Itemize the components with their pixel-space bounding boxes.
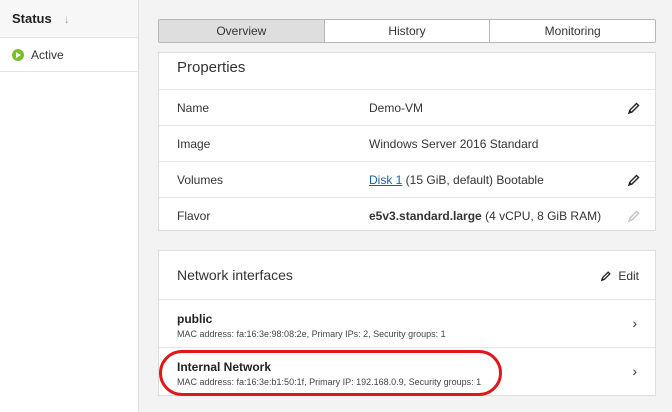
disk-link[interactable]: Disk 1 (369, 173, 402, 187)
chevron-right-icon[interactable]: › (632, 363, 637, 379)
property-key: Name (177, 100, 210, 115)
interface-name: public (177, 312, 213, 326)
tab-overview[interactable]: Overview (159, 20, 325, 42)
play-circle-icon (12, 48, 24, 61)
edit-button[interactable]: Edit (600, 269, 639, 283)
chevron-right-icon[interactable]: › (632, 315, 637, 331)
network-interfaces-card: Network interfaces Edit public MAC addre… (158, 250, 656, 396)
property-key: Image (177, 136, 211, 151)
property-key: Flavor (177, 208, 211, 223)
tab-history[interactable]: History (324, 20, 491, 42)
interface-name: Internal Network (177, 360, 272, 374)
property-row-volumes: Volumes Disk 1 (15 GiB, default) Bootabl… (159, 161, 655, 197)
status-header-label: Status (12, 11, 52, 26)
status-column: Status ↓ Active (0, 0, 138, 412)
tab-monitoring[interactable]: Monitoring (490, 20, 655, 42)
properties-title: Properties (177, 59, 246, 76)
tab-bar: Overview History Monitoring (158, 19, 656, 43)
properties-card: Properties Name Demo-VM Image Windows Se… (158, 52, 656, 231)
property-key: Volumes (177, 172, 224, 187)
property-value: Disk 1 (15 GiB, default) Bootable (369, 173, 544, 187)
arrow-down-icon[interactable]: ↓ (64, 12, 70, 26)
property-row-image: Image Windows Server 2016 Standard (159, 125, 655, 161)
status-row[interactable]: Active (0, 38, 138, 72)
property-value: e5v3.standard.large (4 vCPU, 8 GiB RAM) (369, 209, 601, 223)
network-interfaces-title: Network interfaces (177, 267, 293, 283)
property-row-flavor: Flavor e5v3.standard.large (4 vCPU, 8 Gi… (159, 197, 655, 233)
pencil-icon[interactable] (627, 173, 641, 187)
edit-label: Edit (618, 269, 639, 283)
status-active-label: Active (31, 47, 64, 62)
detail-panel: Overview History Monitoring Properties N… (138, 0, 672, 412)
flavor-details: (4 vCPU, 8 GiB RAM) (481, 208, 602, 223)
interface-meta: MAC address: fa:16:3e:98:08:2e, Primary … (177, 329, 446, 339)
volume-details: (15 GiB, default) Bootable (402, 172, 544, 187)
pencil-icon (601, 271, 612, 282)
status-column-header[interactable]: Status ↓ (0, 0, 138, 38)
interface-meta: MAC address: fa:16:3e:b1:50:1f, Primary … (177, 377, 482, 387)
network-interface-row[interactable]: public MAC address: fa:16:3e:98:08:2e, P… (159, 299, 655, 347)
pencil-disabled-icon (627, 210, 640, 223)
property-row-name: Name Demo-VM (159, 89, 655, 125)
pencil-icon[interactable] (627, 101, 641, 115)
flavor-name: e5v3.standard.large (369, 208, 482, 223)
property-value: Windows Server 2016 Standard (369, 136, 539, 151)
property-value: Demo-VM (369, 100, 424, 115)
network-interface-row[interactable]: Internal Network MAC address: fa:16:3e:b… (159, 347, 655, 395)
